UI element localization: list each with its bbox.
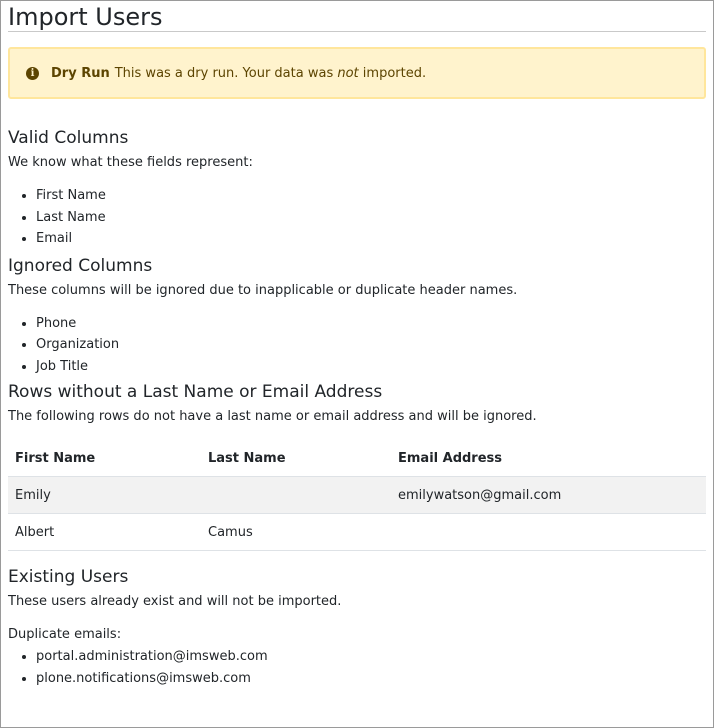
column-header-last-name: Last Name bbox=[208, 450, 286, 466]
table-cell: Albert bbox=[8, 513, 201, 551]
alert-text-after: imported. bbox=[358, 65, 427, 81]
list-item: Phone bbox=[36, 313, 706, 335]
import-users-page: Import Users i Dry Run This was a dry ru… bbox=[0, 0, 714, 728]
existing-users-heading: Existing Users bbox=[8, 567, 129, 587]
ignored-columns-section: Ignored Columns These columns will be ig… bbox=[8, 255, 706, 378]
dry-run-alert: i Dry Run This was a dry run. Your data … bbox=[8, 47, 706, 99]
rows-without-description: The following rows do not have a last na… bbox=[8, 409, 537, 424]
list-item: Last Name bbox=[36, 207, 706, 229]
table-cell bbox=[201, 476, 391, 514]
table-cell bbox=[391, 513, 706, 551]
valid-columns-heading: Valid Columns bbox=[8, 128, 129, 148]
alert-text-before: This was a dry run. Your data was bbox=[114, 65, 338, 81]
table-header-row: First Name Last Name Email Address bbox=[8, 440, 706, 477]
list-item: portal.administration@imsweb.com bbox=[36, 646, 706, 668]
existing-users-description: These users already exist and will not b… bbox=[8, 594, 342, 609]
list-item: Organization bbox=[36, 334, 706, 356]
table-cell: emilywatson@gmail.com bbox=[391, 476, 706, 514]
table-row: Albert Camus bbox=[8, 513, 706, 551]
alert-text-emphasis: not bbox=[337, 65, 359, 81]
list-item: First Name bbox=[36, 185, 706, 207]
column-header-email-address: Email Address bbox=[398, 450, 503, 466]
table-row: Emily emilywatson@gmail.com bbox=[8, 476, 706, 514]
ignored-columns-list: Phone Organization Job Title bbox=[8, 313, 706, 378]
list-item: plone.notifications@imsweb.com bbox=[36, 668, 706, 690]
ignored-columns-description: These columns will be ignored due to ina… bbox=[8, 282, 518, 298]
main-content: Import Users i Dry Run This was a dry ru… bbox=[1, 1, 713, 689]
rows-without-section: Rows without a Last Name or Email Addres… bbox=[8, 381, 706, 551]
duplicate-emails-label: Duplicate emails: bbox=[8, 627, 122, 642]
table-cell: Emily bbox=[8, 476, 201, 514]
page-title: Import Users bbox=[8, 1, 706, 32]
rows-without-table: First Name Last Name Email Address Emily… bbox=[8, 440, 706, 551]
ignored-columns-heading: Ignored Columns bbox=[8, 255, 153, 276]
alert-title: Dry Run bbox=[51, 65, 110, 81]
list-item: Email bbox=[36, 228, 706, 250]
list-item: Job Title bbox=[36, 356, 706, 378]
valid-columns-list: First Name Last Name Email bbox=[8, 185, 706, 250]
alert-message: This was a dry run. Your data was not im… bbox=[115, 66, 426, 81]
column-header-first-name: First Name bbox=[15, 450, 96, 466]
existing-users-section: Existing Users These users already exist… bbox=[8, 566, 706, 689]
info-icon: i bbox=[26, 66, 39, 80]
valid-columns-description: We know what these fields represent: bbox=[8, 155, 253, 170]
rows-without-heading: Rows without a Last Name or Email Addres… bbox=[8, 382, 383, 402]
table-cell: Camus bbox=[201, 513, 391, 551]
valid-columns-section: Valid Columns We know what these fields … bbox=[8, 127, 706, 250]
duplicate-emails-list: portal.administration@imsweb.com plone.n… bbox=[8, 646, 706, 689]
